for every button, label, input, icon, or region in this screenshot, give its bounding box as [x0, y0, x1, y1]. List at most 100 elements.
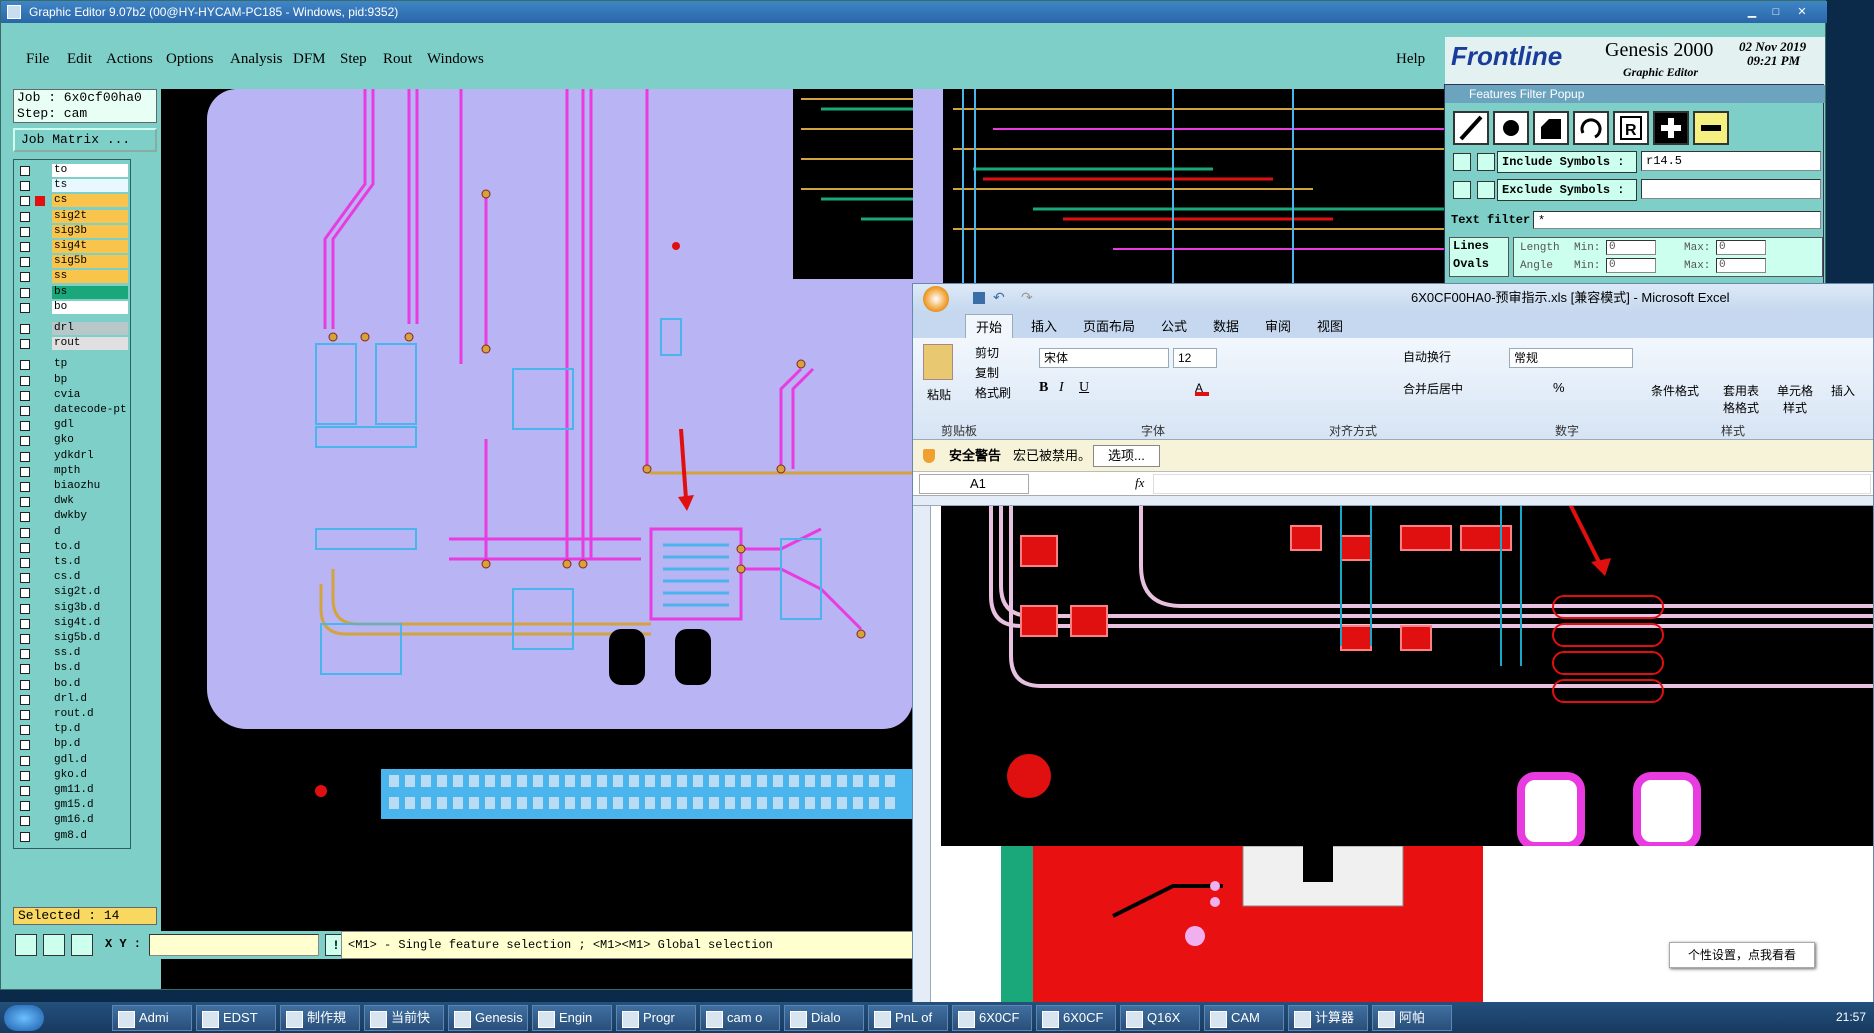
layer-row-bo.d[interactable]: bo.d: [16, 677, 130, 692]
merge-center-button[interactable]: 合并后居中: [1403, 380, 1463, 397]
layer-color-swatch[interactable]: [35, 664, 45, 674]
layer-color-swatch[interactable]: [35, 467, 45, 477]
menu-edit[interactable]: Edit: [67, 51, 92, 68]
surface-tool-icon[interactable]: [1533, 111, 1569, 145]
number-format-select[interactable]: 常规: [1509, 348, 1633, 368]
layer-name[interactable]: tp.d: [52, 723, 128, 737]
taskbar-item[interactable]: CAM: [1204, 1005, 1284, 1031]
exclude-pick-icon[interactable]: [1453, 181, 1471, 199]
layer-color-swatch[interactable]: [35, 543, 45, 553]
layer-color-swatch[interactable]: [35, 303, 45, 313]
layer-color-swatch[interactable]: [35, 196, 45, 207]
layer-name[interactable]: bo: [52, 300, 128, 314]
layer-checkbox[interactable]: [20, 649, 30, 660]
layer-row-gdl.d[interactable]: gdl.d: [16, 753, 130, 768]
layer-name[interactable]: gm16.d: [52, 814, 128, 828]
layer-name[interactable]: sig4t.d: [52, 616, 128, 630]
layer-color-swatch[interactable]: [35, 497, 45, 507]
layer-checkbox[interactable]: [20, 436, 30, 447]
layer-checkbox[interactable]: [20, 512, 30, 523]
layer-color-swatch[interactable]: [35, 710, 45, 720]
pcb-canvas[interactable]: [161, 89, 913, 989]
popup-title[interactable]: Features Filter Popup: [1445, 85, 1825, 103]
layer-checkbox[interactable]: [20, 302, 30, 313]
layer-row-gm15.d[interactable]: gm15.d: [16, 799, 130, 813]
paste-label[interactable]: 粘贴: [927, 386, 951, 403]
conditional-format-button[interactable]: 条件格式: [1651, 382, 1699, 399]
layer-checkbox[interactable]: [20, 786, 30, 796]
window-titlebar[interactable]: Graphic Editor 9.07b2 (00@HY-HYCAM-PC185…: [1, 1, 1827, 23]
layer-row-tp.d[interactable]: tp.d: [16, 723, 130, 737]
layer-name[interactable]: sig3b: [52, 224, 128, 238]
layer-name[interactable]: gm8.d: [52, 829, 128, 843]
layer-row-to[interactable]: to: [16, 164, 130, 178]
layer-name[interactable]: bp.d: [52, 738, 128, 752]
bold-button[interactable]: B: [1039, 380, 1048, 396]
layer-row-ydkdrl[interactable]: ydkdrl: [16, 449, 130, 464]
layer-checkbox[interactable]: [20, 375, 30, 386]
layer-color-swatch[interactable]: [35, 588, 45, 598]
layer-color-swatch[interactable]: [35, 558, 45, 568]
layer-color-swatch[interactable]: [35, 360, 45, 370]
layer-name[interactable]: rout: [52, 337, 128, 351]
taskbar-item[interactable]: Admi: [112, 1005, 192, 1031]
layer-name[interactable]: sig4t: [52, 240, 128, 253]
layer-row-dwk[interactable]: dwk: [16, 495, 130, 509]
layer-name[interactable]: biaozhu: [52, 480, 128, 493]
taskbar-item[interactable]: Progr: [616, 1005, 696, 1031]
format-painter-button[interactable]: 格式刷: [975, 384, 1011, 401]
layer-row-to.d[interactable]: to.d: [16, 540, 130, 555]
layer-color-swatch[interactable]: [35, 482, 45, 492]
font-size-select[interactable]: 12: [1173, 348, 1217, 368]
layer-color-swatch[interactable]: [35, 242, 45, 252]
layer-name[interactable]: ts.d: [52, 556, 128, 569]
layer-color-swatch[interactable]: [35, 339, 45, 349]
close-button[interactable]: ✕: [1793, 5, 1811, 19]
exclude-arrow-icon[interactable]: [1477, 181, 1495, 199]
angle-max-input[interactable]: 0: [1716, 258, 1766, 273]
excel-titlebar[interactable]: ↶ ↷ 6X0CF00HA0-预审指示.xls [兼容模式] - Microso…: [913, 284, 1873, 312]
layer-row-datecode-pt[interactable]: datecode-pt: [16, 404, 130, 418]
layer-checkbox[interactable]: [20, 664, 30, 675]
taskbar-item[interactable]: PnL of: [868, 1005, 948, 1031]
percent-button[interactable]: %: [1553, 380, 1565, 395]
layer-row-tp[interactable]: tp: [16, 358, 130, 372]
layer-color-swatch[interactable]: [35, 573, 45, 583]
layer-row-sig5b.d[interactable]: sig5b.d: [16, 632, 130, 646]
layer-checkbox[interactable]: [20, 527, 30, 538]
underline-button[interactable]: U: [1079, 380, 1089, 396]
layer-checkbox[interactable]: [20, 166, 30, 176]
tab-insert[interactable]: 插入: [1031, 316, 1057, 335]
layer-color-swatch[interactable]: [35, 406, 45, 416]
layer-color-swatch[interactable]: [35, 452, 45, 462]
layer-name[interactable]: datecode-pt: [52, 404, 128, 417]
layer-color-swatch[interactable]: [35, 227, 45, 237]
save-icon[interactable]: [973, 292, 985, 304]
layer-row-sig2t.d[interactable]: sig2t.d: [16, 586, 130, 600]
include-arrow-icon[interactable]: [1477, 153, 1495, 171]
layer-row-dwkby[interactable]: dwkby: [16, 510, 130, 524]
ovals-checkbox[interactable]: Ovals: [1453, 257, 1489, 271]
tab-home[interactable]: 开始: [965, 314, 1014, 338]
layer-checkbox[interactable]: [20, 725, 30, 736]
layer-row-drl.d[interactable]: drl.d: [16, 692, 130, 707]
layer-name[interactable]: gm11.d: [52, 784, 128, 797]
layer-name[interactable]: gdl.d: [52, 753, 128, 767]
layer-color-swatch[interactable]: [35, 771, 45, 781]
tab-page-layout[interactable]: 页面布局: [1083, 316, 1135, 335]
taskbar-item[interactable]: 阿帕: [1372, 1005, 1452, 1031]
layer-row-gko.d[interactable]: gko.d: [16, 768, 130, 783]
grid-icon[interactable]: [71, 934, 93, 956]
layer-checkbox[interactable]: [20, 770, 30, 781]
layer-checkbox[interactable]: [20, 603, 30, 614]
layer-row-drl[interactable]: drl: [16, 322, 130, 336]
layer-name[interactable]: cvia: [52, 388, 128, 402]
arc-tool-icon[interactable]: [1573, 111, 1609, 145]
layer-name[interactable]: mpth: [52, 464, 128, 478]
layer-name[interactable]: dwkby: [52, 510, 128, 524]
layer-name[interactable]: cs: [52, 194, 128, 208]
layer-checkbox[interactable]: [20, 618, 30, 629]
pad-tool-icon[interactable]: [1493, 111, 1529, 145]
layer-color-swatch[interactable]: [35, 832, 45, 842]
insert-cells-button[interactable]: 插入: [1831, 382, 1855, 399]
